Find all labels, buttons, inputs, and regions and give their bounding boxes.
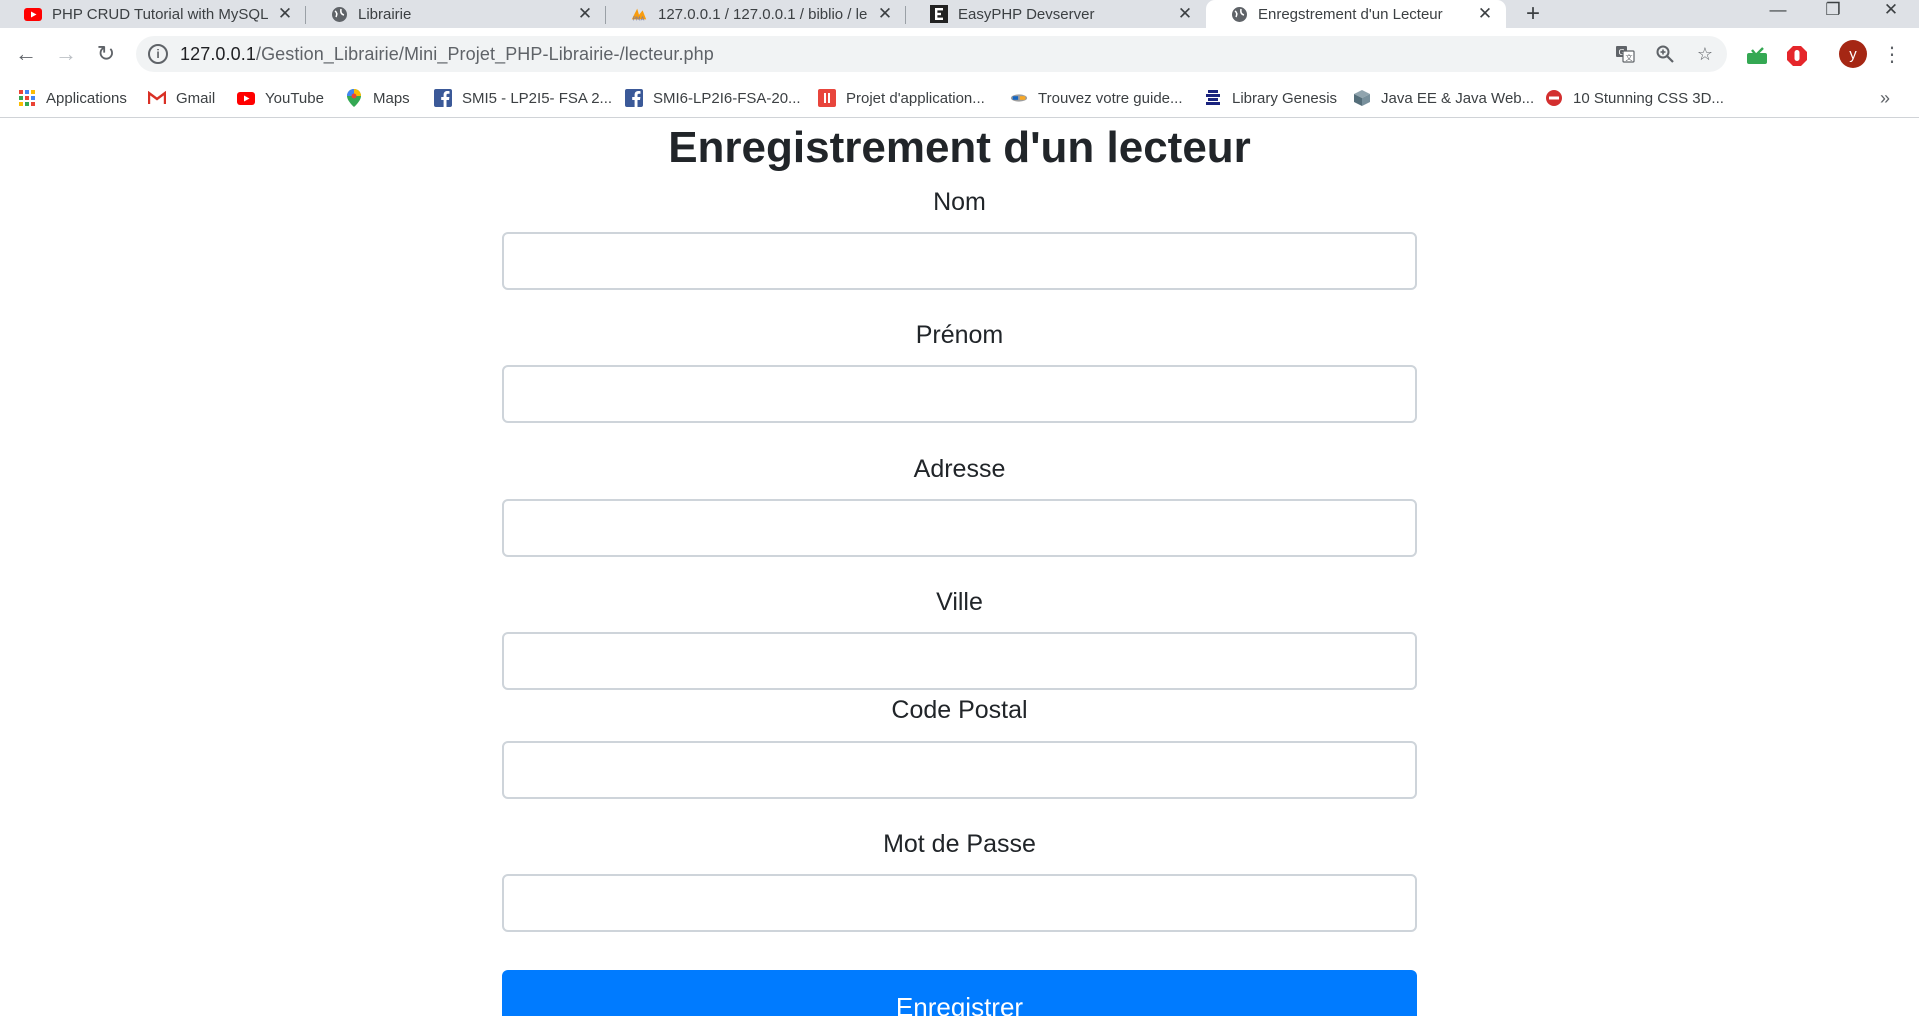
- site-info-icon[interactable]: i: [148, 44, 168, 64]
- profile-avatar[interactable]: y: [1839, 40, 1867, 68]
- tab-close-icon[interactable]: ✕: [576, 4, 594, 24]
- slides-icon: [818, 89, 836, 107]
- tab-close-icon[interactable]: ✕: [276, 4, 294, 24]
- adblock-icon[interactable]: [1785, 44, 1809, 68]
- bookmark-smi5[interactable]: SMI5 - LP2I5- FSA 2...: [434, 80, 612, 116]
- extension-download-icon[interactable]: [1745, 44, 1769, 68]
- apps-grid-icon: [18, 89, 36, 107]
- code-postal-label: Code Postal: [891, 696, 1028, 724]
- bookmark-library-genesis[interactable]: Library Genesis: [1204, 80, 1337, 116]
- forward-arrow-icon[interactable]: →: [50, 38, 82, 70]
- facebook-icon: [434, 89, 452, 107]
- address-bar[interactable]: i 127.0.0.1/Gestion_Librairie/Mini_Proje…: [136, 36, 1727, 72]
- browser-toolbar: ← → ↻ i 127.0.0.1/Gestion_Librairie/Mini…: [0, 28, 1919, 80]
- url-text[interactable]: 127.0.0.1/Gestion_Librairie/Mini_Projet_…: [180, 44, 714, 65]
- page-title: Enregistrement d'un lecteur: [668, 123, 1251, 172]
- back-arrow-icon[interactable]: ←: [10, 38, 42, 70]
- tab-title: EasyPHP Devserver: [958, 5, 1095, 23]
- bookmark-label: 10 Stunning CSS 3D...: [1573, 89, 1724, 107]
- mot-de-passe-input[interactable]: [502, 874, 1417, 932]
- close-window-icon[interactable]: ✕: [1868, 0, 1914, 20]
- tab-title: PHP CRUD Tutorial with MySQL &: [52, 5, 268, 23]
- reload-icon[interactable]: ↻: [90, 38, 122, 70]
- bookmarks-overflow-button[interactable]: »: [1880, 80, 1890, 116]
- guide-icon: [1010, 89, 1028, 107]
- tab-title: 127.0.0.1 / 127.0.0.1 / biblio / lect: [658, 5, 868, 23]
- zoom-icon[interactable]: [1655, 44, 1675, 64]
- bookmark-label: SMI5 - LP2I5- FSA 2...: [462, 89, 613, 107]
- nom-input[interactable]: [502, 232, 1417, 290]
- globe-icon: [1230, 5, 1248, 23]
- bookmark-maps[interactable]: Maps: [345, 80, 410, 116]
- tab-phpmyadmin[interactable]: PMA 127.0.0.1 / 127.0.0.1 / biblio / lec…: [606, 0, 906, 28]
- tab-php-crud[interactable]: PHP CRUD Tutorial with MySQL & ✕: [0, 0, 306, 28]
- youtube-icon: [237, 89, 255, 107]
- bookmark-label: Trouvez votre guide...: [1038, 89, 1183, 107]
- code-postal-input[interactable]: [502, 741, 1417, 799]
- ville-label: Ville: [936, 588, 983, 616]
- bookmark-label: YouTube: [265, 89, 324, 107]
- libgen-icon: [1204, 89, 1222, 107]
- adresse-label: Adresse: [913, 455, 1006, 483]
- bookmark-applications[interactable]: Applications: [18, 80, 127, 116]
- bookmarks-bar: Applications Gmail YouTube Maps SMI5 - L…: [0, 80, 1919, 118]
- tab-close-icon[interactable]: ✕: [876, 4, 894, 24]
- tab-close-icon[interactable]: ✕: [1476, 4, 1494, 24]
- prenom-input[interactable]: [502, 365, 1417, 423]
- svg-text:文: 文: [1626, 53, 1633, 62]
- tab-title: Enregstrement d'un Lecteur: [1258, 5, 1443, 23]
- bookmark-label: Maps: [373, 89, 410, 107]
- tab-strip: PHP CRUD Tutorial with MySQL & ✕ Librair…: [0, 0, 1919, 28]
- bookmark-gmail[interactable]: Gmail: [148, 80, 215, 116]
- page-content: Enregistrement d'un lecteur Nom Prénom A…: [0, 118, 1919, 1016]
- tab-easyphp[interactable]: EasyPHP Devserver ✕: [906, 0, 1206, 28]
- bookmark-trouvez-guide[interactable]: Trouvez votre guide...: [1010, 80, 1183, 116]
- gmail-icon: [148, 89, 166, 107]
- bookmark-label: Java EE & Java Web...: [1381, 89, 1535, 107]
- tab-enregistrement-lecteur[interactable]: Enregstrement d'un Lecteur ✕: [1206, 0, 1506, 28]
- tab-librairie[interactable]: Librairie ✕: [306, 0, 606, 28]
- tab-title: Librairie: [358, 5, 412, 23]
- phpmyadmin-icon: PMA: [630, 5, 648, 23]
- bookmark-smi6[interactable]: SMI6-LP2I6-FSA-20...: [625, 80, 801, 116]
- url-path: /Gestion_Librairie/Mini_Projet_PHP-Libra…: [255, 43, 714, 64]
- bookmark-css-3d[interactable]: 10 Stunning CSS 3D...: [1545, 80, 1724, 116]
- browser-menu-icon[interactable]: ⋮: [1880, 42, 1904, 66]
- bookmark-label: SMI6-LP2I6-FSA-20...: [653, 89, 801, 107]
- bookmark-label: Gmail: [176, 89, 216, 107]
- bookmark-label: Library Genesis: [1232, 89, 1338, 107]
- bookmark-label: Projet d'application...: [846, 89, 985, 107]
- cube-icon: [1353, 89, 1371, 107]
- facebook-icon: [625, 89, 643, 107]
- bookmark-projet-application[interactable]: Projet d'application...: [818, 80, 985, 116]
- mot-de-passe-label: Mot de Passe: [883, 830, 1036, 858]
- url-host: 127.0.0.1: [180, 43, 256, 64]
- tab-close-icon[interactable]: ✕: [1176, 4, 1194, 24]
- nom-label: Nom: [933, 188, 986, 216]
- globe-icon: [330, 5, 348, 23]
- no-entry-icon: [1545, 89, 1563, 107]
- translate-icon[interactable]: G文: [1615, 44, 1635, 64]
- bookmark-star-icon[interactable]: ☆: [1695, 44, 1715, 64]
- enregistrer-button[interactable]: Enregistrer: [502, 970, 1417, 1016]
- youtube-icon: [24, 5, 42, 23]
- bookmark-youtube[interactable]: YouTube: [237, 80, 324, 116]
- prenom-label: Prénom: [915, 321, 1004, 349]
- svg-text:PMA: PMA: [633, 16, 645, 22]
- ville-input[interactable]: [502, 632, 1417, 690]
- bookmark-java-ee[interactable]: Java EE & Java Web...: [1353, 80, 1534, 116]
- maps-pin-icon: [345, 89, 363, 107]
- new-tab-button[interactable]: +: [1518, 0, 1548, 28]
- restore-icon[interactable]: ❐: [1810, 0, 1856, 20]
- adresse-input[interactable]: [502, 499, 1417, 557]
- minimize-icon[interactable]: —: [1755, 0, 1801, 20]
- bookmark-label: Applications: [46, 89, 127, 107]
- easyphp-icon: [930, 5, 948, 23]
